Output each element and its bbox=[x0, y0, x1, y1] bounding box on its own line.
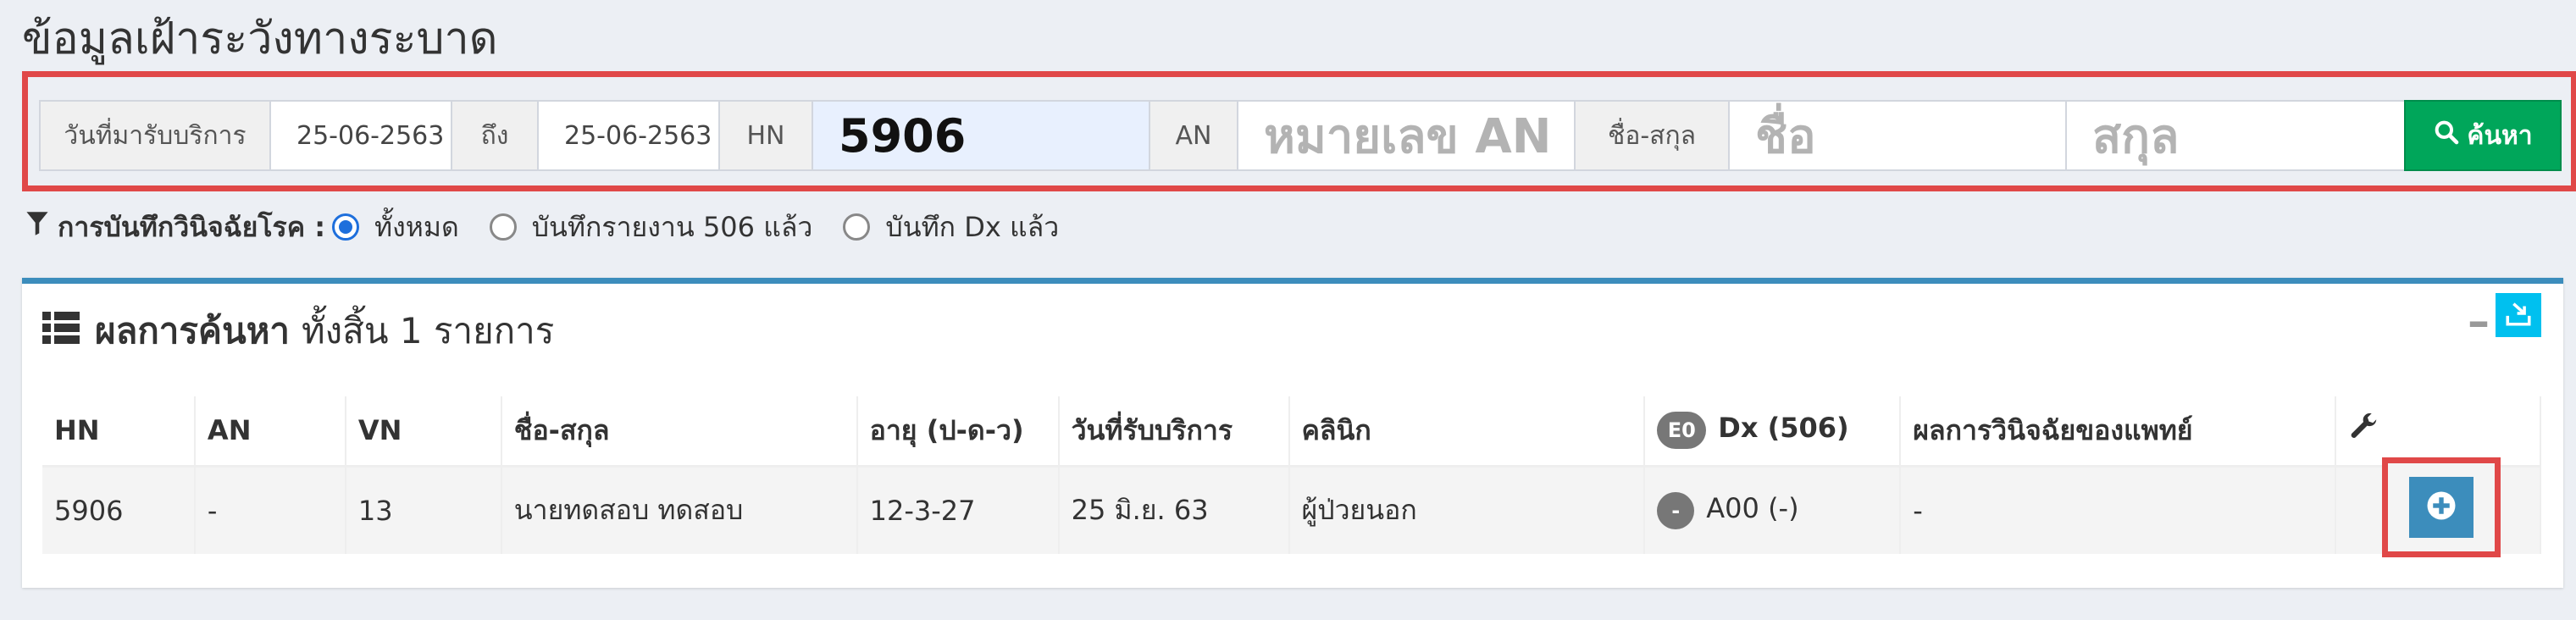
column-header-vn[interactable]: VN bbox=[345, 396, 502, 468]
add-button-highlight bbox=[2382, 457, 2501, 557]
dx-header-label: Dx (506) bbox=[1718, 412, 1849, 445]
column-header-clinic[interactable]: คลินิก bbox=[1288, 396, 1646, 468]
results-title: ผลการค้นหา bbox=[95, 310, 290, 352]
export-button[interactable] bbox=[2496, 293, 2541, 337]
results-count: ทั้งสิ้น 1 รายการ bbox=[302, 310, 555, 352]
cell-hn: 5906 bbox=[42, 466, 196, 554]
cell-clinic: ผู้ป่วยนอก bbox=[1288, 466, 1646, 554]
export-icon bbox=[2504, 299, 2533, 331]
date-from-input[interactable]: 25-06-2563 bbox=[269, 100, 452, 171]
plus-circle-icon bbox=[2426, 490, 2457, 524]
column-header-name[interactable]: ชื่อ-สกุล bbox=[501, 396, 858, 468]
filter-option-label[interactable]: บันทึกรายงาน 506 แล้ว bbox=[532, 206, 813, 249]
cell-age: 12-3-27 bbox=[856, 466, 1060, 554]
column-header-dx[interactable]: E0 Dx (506) bbox=[1644, 396, 1902, 468]
cell-doctor-dx: - bbox=[1900, 466, 2337, 554]
column-header-an[interactable]: AN bbox=[194, 396, 346, 468]
search-button-label: ค้นหา bbox=[2467, 120, 2533, 151]
search-icon bbox=[2433, 119, 2460, 152]
column-header-date[interactable]: วันที่รับบริการ bbox=[1058, 396, 1290, 468]
cell-an: - bbox=[194, 466, 346, 554]
dx-status-badge: - bbox=[1657, 491, 1695, 529]
add-diagnosis-button[interactable] bbox=[2409, 477, 2474, 538]
filter-radio-506[interactable] bbox=[489, 213, 517, 241]
date-label: วันที่มารับบริการ bbox=[39, 100, 271, 171]
cell-vn: 13 bbox=[345, 466, 502, 554]
list-icon bbox=[42, 311, 80, 352]
wrench-icon bbox=[2348, 413, 2380, 450]
filter-option-label[interactable]: ทั้งหมด bbox=[374, 206, 459, 249]
filter-label: การบันทึกวินิจฉัยโรค : bbox=[58, 210, 326, 243]
filter-radio-dx[interactable] bbox=[843, 213, 871, 241]
column-header-age[interactable]: อายุ (ป-ด-ว) bbox=[856, 396, 1060, 468]
date-to-input[interactable]: 25-06-2563 bbox=[537, 100, 720, 171]
an-input[interactable]: หมายเลข AN bbox=[1237, 100, 1576, 171]
diagnosis-filter: การบันทึกวินิจฉัยโรค : ทั้งหมด บันทึกราย… bbox=[25, 203, 1089, 251]
filter-option-label[interactable]: บันทึก Dx แล้ว bbox=[885, 206, 1059, 249]
cell-name: นายทดสอบ ทดสอบ bbox=[501, 466, 858, 554]
filter-radio-all[interactable] bbox=[332, 213, 360, 241]
column-header-hn[interactable]: HN bbox=[42, 396, 196, 468]
first-name-input[interactable]: ชื่อ bbox=[1728, 100, 2067, 171]
dx-code: A00 (-) bbox=[1706, 491, 1799, 524]
table-header-row: HN AN VN ชื่อ-สกุล อายุ (ป-ด-ว) วันที่รั… bbox=[42, 396, 2541, 468]
table-row[interactable]: 5906 - 13 นายทดสอบ ทดสอบ 12-3-27 25 มิ.ย… bbox=[42, 466, 2541, 554]
last-name-input[interactable]: สกุล bbox=[2065, 100, 2406, 171]
hn-label: HN bbox=[718, 100, 813, 171]
search-button[interactable]: ค้นหา bbox=[2404, 100, 2562, 171]
collapse-button[interactable]: – bbox=[2460, 296, 2497, 347]
column-header-doctor-dx[interactable]: ผลการวินิจฉัยของแพทย์ bbox=[1900, 396, 2337, 468]
name-label: ชื่อ-สกุล bbox=[1574, 100, 1730, 171]
an-label: AN bbox=[1149, 100, 1238, 171]
cell-dx: - A00 (-) bbox=[1644, 466, 1902, 554]
hn-input[interactable]: 5906 bbox=[812, 100, 1150, 171]
column-header-tools bbox=[2335, 396, 2541, 468]
cell-date: 25 มิ.ย. 63 bbox=[1058, 466, 1290, 554]
results-table: HN AN VN ชื่อ-สกุล อายุ (ป-ด-ว) วันที่รั… bbox=[42, 396, 2541, 554]
to-label: ถึง bbox=[451, 100, 539, 171]
filter-icon bbox=[25, 210, 49, 244]
e0-badge: E0 bbox=[1657, 412, 1707, 450]
results-header: ผลการค้นหา ทั้งสิ้น 1 รายการ bbox=[42, 302, 554, 361]
page-title: ข้อมูลเฝ้าระวังทางระบาด bbox=[22, 14, 498, 64]
